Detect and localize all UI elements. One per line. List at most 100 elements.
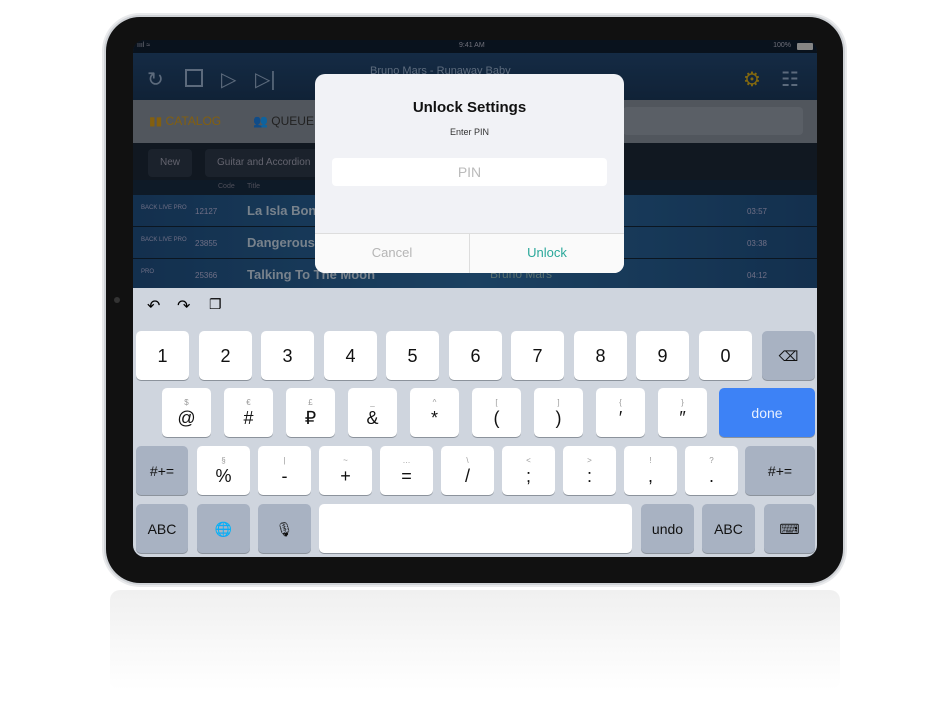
backspace-key[interactable]: ⌫: [762, 331, 815, 380]
key[interactable]: 2: [199, 331, 252, 380]
cancel-button[interactable]: Cancel: [315, 234, 470, 273]
alt-char: _: [370, 397, 375, 407]
key-label: #+=: [149, 462, 175, 479]
key-label: ′: [618, 407, 623, 428]
key[interactable]: 6: [449, 331, 502, 380]
key-label: :: [586, 465, 592, 486]
redo-icon[interactable]: ↷: [177, 296, 190, 316]
key[interactable]: ]): [534, 388, 583, 437]
alt-char: \: [466, 455, 469, 465]
key-label: 1: [157, 345, 168, 366]
key-label: ABC: [147, 520, 177, 537]
key-label: 2: [220, 345, 231, 366]
key-label: 5: [407, 345, 418, 366]
alt-char: ]: [557, 397, 560, 407]
key-label: =: [401, 465, 412, 486]
key-label: ,: [647, 465, 653, 486]
abc-key[interactable]: ABC: [702, 504, 755, 553]
key[interactable]: 5: [386, 331, 439, 380]
alt-char: ^: [432, 397, 437, 407]
key[interactable]: !,: [624, 446, 677, 495]
key[interactable]: … =: [380, 446, 433, 495]
alt-char: ?: [709, 455, 714, 465]
camera: [114, 297, 120, 303]
alt-char: [: [495, 397, 498, 407]
done-key[interactable]: done: [719, 388, 815, 437]
key-label: %: [215, 465, 232, 486]
key-label: ABC: [714, 520, 743, 537]
key[interactable]: 7: [511, 331, 564, 380]
alt-char: §: [221, 455, 226, 465]
key[interactable]: \ /: [441, 446, 494, 495]
key-label: +: [340, 465, 351, 486]
paste-icon[interactable]: ❐: [209, 296, 222, 313]
key-label: (: [493, 407, 500, 428]
keyboard: ↶ ↷ ❐ 1 2 3 4 5 6 7 8 9 0 ⌫ $ @ € # £ ₽ _ & ^ * [(]) {′ } ″ done #…: [133, 288, 817, 557]
key[interactable]: [(: [472, 388, 521, 437]
key[interactable]: {′: [596, 388, 645, 437]
key-label: 🌐: [214, 520, 233, 537]
alt-char: >: [587, 455, 592, 465]
unlock-dialog: Unlock Settings Enter PIN Cancel Unlock: [315, 74, 624, 273]
alt-char: <: [526, 455, 531, 465]
key-label: ⌨: [779, 520, 800, 537]
key[interactable]: ^ *: [410, 388, 459, 437]
key[interactable]: 3: [261, 331, 314, 380]
key-label: *: [430, 407, 438, 428]
abc-key[interactable]: ABC: [136, 504, 188, 553]
key[interactable]: $ @: [162, 388, 211, 437]
key[interactable]: <;: [502, 446, 555, 495]
key-label: ″: [679, 407, 686, 428]
key-label: ⌫: [778, 347, 799, 364]
key-label: -: [281, 465, 288, 486]
key-label: ): [555, 407, 562, 428]
space-key[interactable]: [319, 504, 632, 553]
unlock-button[interactable]: Unlock: [470, 234, 624, 273]
hide-keyboard-key[interactable]: ⌨: [764, 504, 815, 553]
key-label: .: [708, 465, 714, 486]
dialog-title: Unlock Settings: [412, 99, 527, 116]
key[interactable]: _ &: [348, 388, 397, 437]
shift-key[interactable]: #+=: [136, 446, 188, 495]
key[interactable]: 1: [136, 331, 189, 380]
alt-char: £: [308, 397, 313, 407]
alt-char: |: [283, 455, 286, 465]
key[interactable]: 0: [699, 331, 752, 380]
key[interactable]: 9: [636, 331, 689, 380]
key-label: ;: [525, 465, 531, 486]
key-label: 8: [595, 345, 606, 366]
key-label: 3: [282, 345, 293, 366]
key[interactable]: ~ +: [319, 446, 372, 495]
key[interactable]: ?.: [685, 446, 738, 495]
key-label: ₽: [304, 407, 317, 428]
dialog-subtitle: Enter PIN: [449, 127, 489, 137]
key-label: 6: [470, 345, 481, 366]
pin-input[interactable]: [332, 158, 607, 186]
key-label: 9: [657, 345, 668, 366]
alt-char: €: [246, 397, 251, 407]
alt-char: {: [619, 397, 622, 407]
key-label: done: [751, 404, 783, 421]
key-label: 0: [720, 345, 731, 366]
key-label: 🎙: [275, 520, 294, 537]
microphone-key[interactable]: 🎙: [258, 504, 311, 553]
key[interactable]: € #: [224, 388, 273, 437]
alt-char: …: [402, 455, 411, 465]
key-label: undo: [651, 520, 684, 537]
key[interactable]: >:: [563, 446, 616, 495]
key-label: #+=: [767, 462, 793, 479]
shift-key[interactable]: #+=: [745, 446, 815, 495]
key[interactable]: §%: [197, 446, 250, 495]
key-label: #: [243, 407, 254, 428]
key[interactable]: 8: [574, 331, 627, 380]
key-label: 4: [345, 345, 356, 366]
key-label: /: [464, 465, 470, 486]
key[interactable]: £ ₽: [286, 388, 335, 437]
key[interactable]: | -: [258, 446, 311, 495]
undo-key[interactable]: undo: [641, 504, 694, 553]
key[interactable]: } ″: [658, 388, 707, 437]
alt-char: ~: [343, 455, 348, 465]
globe-key[interactable]: 🌐: [197, 504, 250, 553]
undo-icon[interactable]: ↶: [147, 296, 160, 316]
key[interactable]: 4: [324, 331, 377, 380]
